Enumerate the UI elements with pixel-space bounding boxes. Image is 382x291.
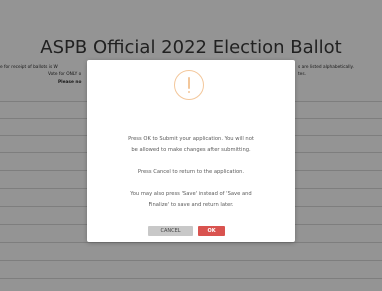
ok-button[interactable]: OK bbox=[198, 226, 225, 236]
ballot-page: ASPB Official 2022 Election Ballot e for… bbox=[0, 0, 382, 291]
dialog-message-line: be allowed to make changes after submitt… bbox=[131, 147, 251, 153]
cancel-button[interactable]: CANCEL bbox=[148, 226, 193, 236]
dialog-message-line: Press Cancel to return to the applicatio… bbox=[137, 169, 245, 175]
dialog-message-line: Finalize' to save and return later. bbox=[148, 202, 234, 208]
dialog-message-line: You may also press 'Save' instead of 'Sa… bbox=[130, 191, 252, 197]
dialog-message-line: Press OK to Submit your application. You… bbox=[128, 136, 254, 142]
confirm-submit-dialog: Press OK to Submit your application. You… bbox=[87, 60, 295, 242]
warning-exclamation-icon bbox=[174, 70, 204, 100]
